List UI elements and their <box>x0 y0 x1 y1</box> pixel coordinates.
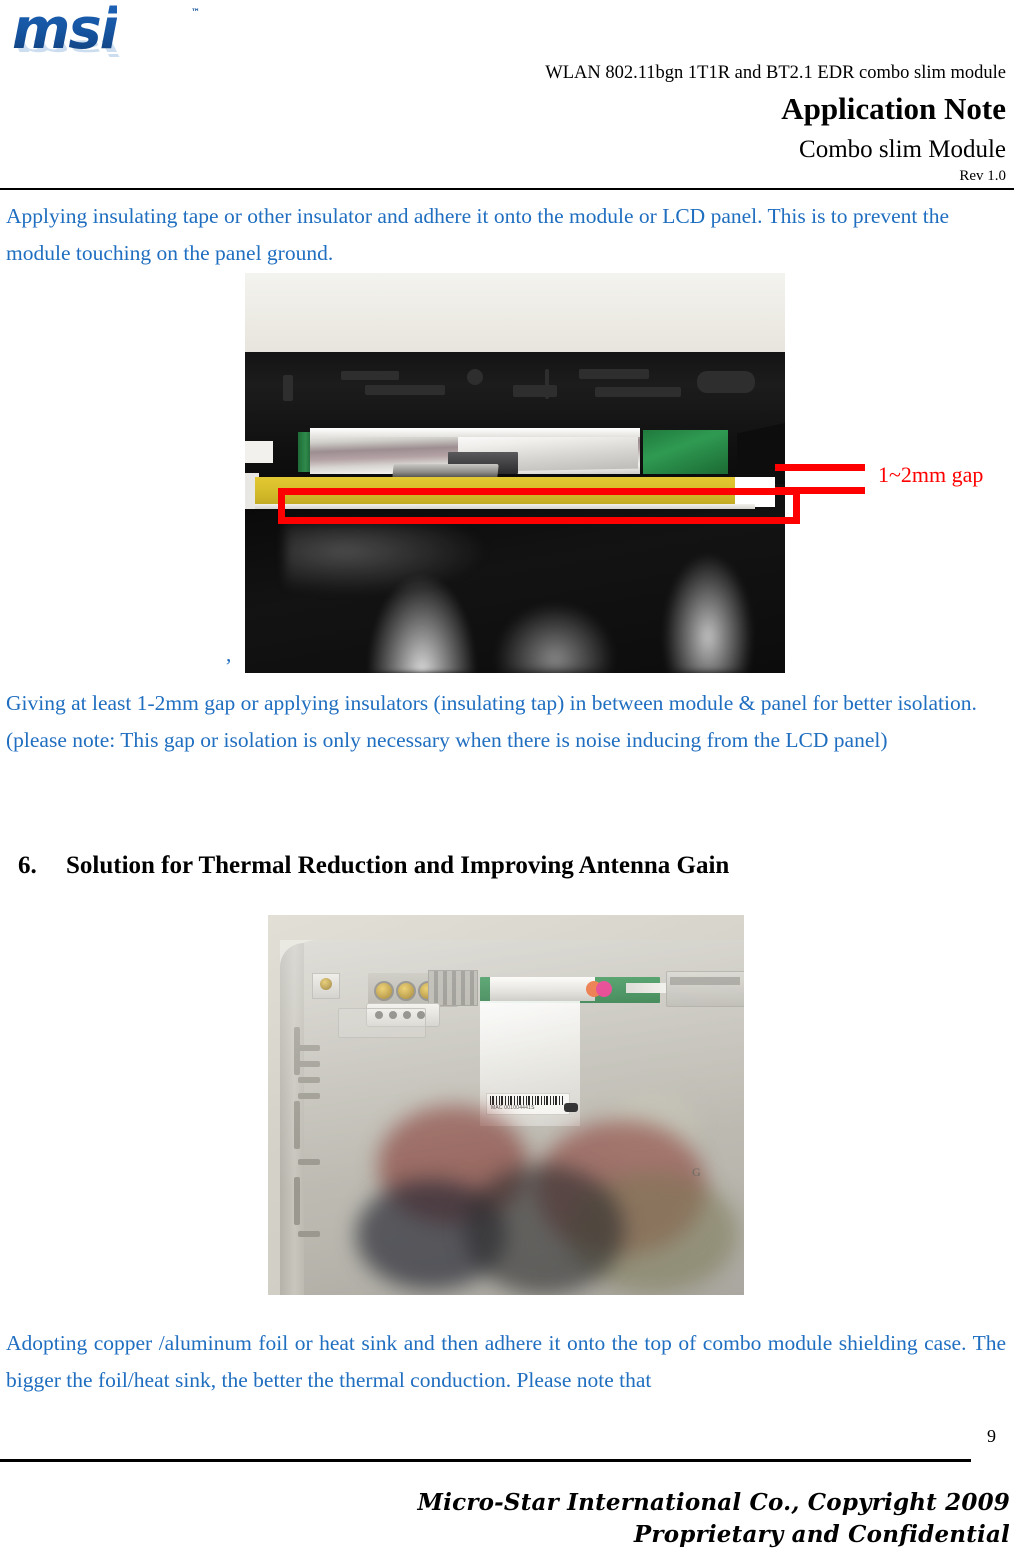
figure-chassis-foil-heatsink: MAC 001004441S G <box>268 915 744 1295</box>
annotation-leader-line-bottom <box>775 487 865 494</box>
trademark-icon: ™ <box>191 8 200 18</box>
header-document-subtitle: Combo slim Module <box>799 136 1006 163</box>
page-number: 9 <box>987 1426 996 1446</box>
mac-label-text: MAC 001004441S <box>491 1105 535 1111</box>
panel-white-tab <box>245 441 273 463</box>
bezel-ribs <box>245 361 785 431</box>
paragraph-applying-insulating-tape: Applying insulating tape or other insula… <box>6 204 950 265</box>
figure-1-photo <box>245 273 785 673</box>
header-divider <box>0 188 1014 190</box>
module-connector-shine <box>392 464 499 478</box>
screw-1-icon <box>374 981 394 1001</box>
chassis-marking-g: G <box>692 1165 701 1179</box>
reflection-blob-dark-2 <box>464 1165 624 1295</box>
footer-confidential-line: Proprietary and Confidential <box>633 1521 1010 1548</box>
annotation-label-gap: 1~2mm gap <box>878 462 984 487</box>
section-6-title: Solution for Thermal Reduction and Impro… <box>66 852 730 879</box>
chassis-rail-groove <box>670 977 740 985</box>
document-page: msi msi ™ WLAN 802.11bgn 1T1R and BT2.1 … <box>0 0 1014 1557</box>
footer-company-line: Micro-Star International Co., Copyright … <box>417 1489 1010 1516</box>
chassis-grill <box>428 970 478 1006</box>
figure-lcd-panel-module-gap <box>245 273 785 673</box>
figure-1-trailing-comma: , <box>226 642 232 666</box>
module-chip-pink-icon <box>596 981 612 997</box>
section-6-number: 6. <box>18 852 37 879</box>
header-document-title: Application Note <box>781 91 1006 126</box>
msi-logo: msi msi ™ <box>8 2 213 74</box>
header-revision: Rev 1.0 <box>959 168 1006 184</box>
panel-reflection-a <box>367 573 477 673</box>
section-6-heading: 6. Solution for Thermal Reduction and Imp… <box>18 850 978 882</box>
chassis-left-edge <box>280 943 304 1295</box>
header-product-line: WLAN 802.11bgn 1T1R and BT2.1 EDR combo … <box>545 63 1006 83</box>
module-pcb-right <box>643 430 728 474</box>
annotation-rectangle-gap <box>278 488 800 524</box>
panel-reflection-b <box>663 553 753 673</box>
mac-address-label: MAC 001004441S <box>486 1093 570 1115</box>
antenna-wire-connector <box>564 1103 578 1112</box>
panel-reflection-d <box>495 603 615 673</box>
msi-logo-text: msi <box>12 0 119 62</box>
module-antenna-tip <box>626 983 666 993</box>
barcode-icon <box>490 1096 564 1105</box>
page-header: msi msi ™ WLAN 802.11bgn 1T1R and BT2.1 … <box>0 0 1014 190</box>
photo-background-band <box>245 273 785 355</box>
module-shield-foil <box>490 977 595 1001</box>
chassis-recess-slot <box>338 1008 426 1038</box>
footer-divider <box>0 1459 971 1462</box>
mount-screw-icon <box>320 978 332 990</box>
paragraph-adopting-foil-heatsink: Adopting copper /aluminum foil or heat s… <box>6 1331 1006 1392</box>
paragraph-gap-isolation-note: Giving at least 1-2mm gap or applying in… <box>6 691 977 752</box>
annotation-leader-line-top <box>775 464 865 471</box>
module-foil-edge <box>310 428 640 437</box>
footer-copyright: Micro-Star International Co., Copyright … <box>10 1487 1010 1551</box>
screw-2-icon <box>396 981 416 1001</box>
combo-slim-module <box>298 428 738 478</box>
